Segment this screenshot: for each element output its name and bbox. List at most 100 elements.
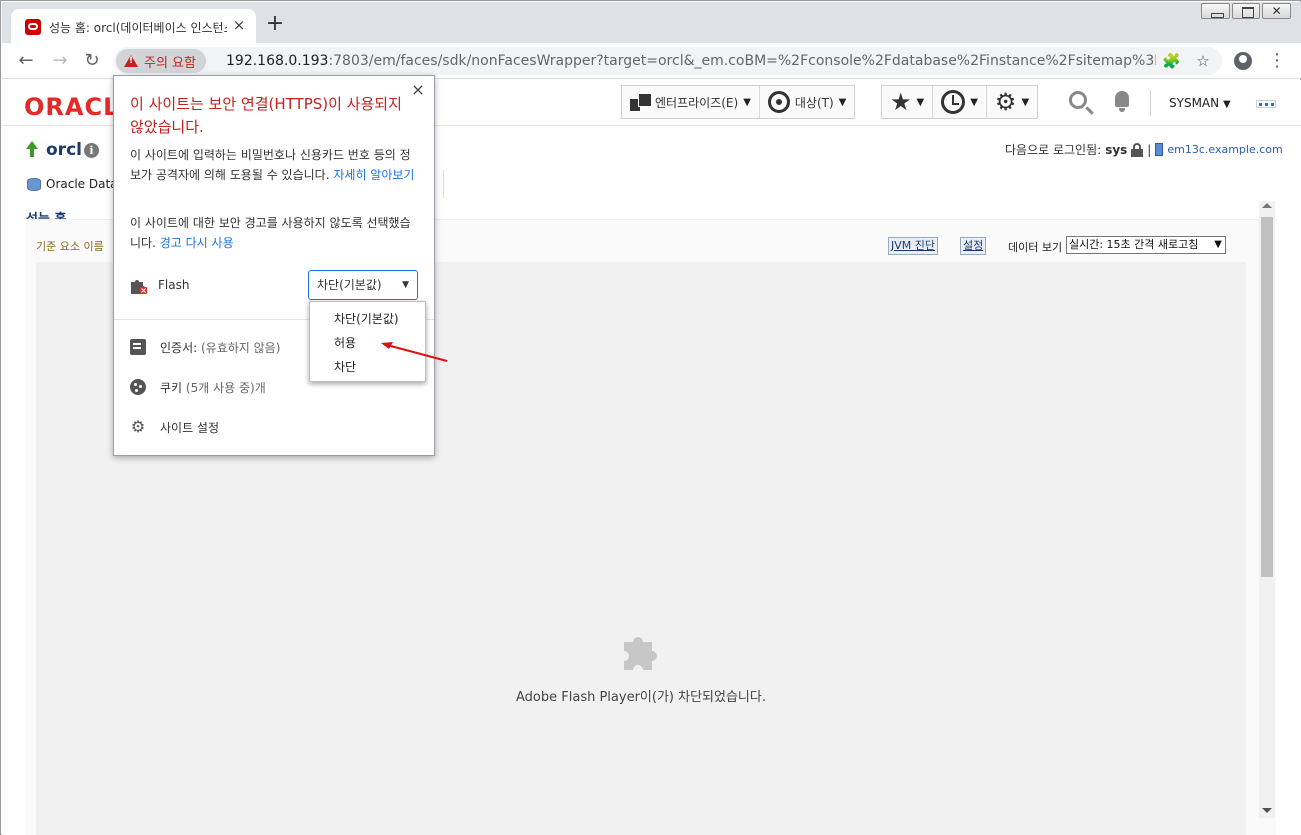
status-up-icon xyxy=(26,141,38,157)
flash-blocked-message: Adobe Flash Player이(가) 차단되었습니다. xyxy=(516,690,766,705)
learn-more-link[interactable]: 자세히 알아보기 xyxy=(333,168,414,182)
site-info-popup: × 이 사이트는 보안 연결(HTTPS)이 사용되지 않았습니다. 이 사이트… xyxy=(113,75,435,456)
page-scrollbar[interactable] xyxy=(1259,201,1275,818)
plugin-blocked-icon[interactable]: 🧩 xyxy=(1162,52,1181,70)
scroll-thumb[interactable] xyxy=(1261,217,1273,577)
flash-permission-row: Flash 차단(기본값) ▼ xyxy=(130,270,420,300)
cookies-count: (5개 사용 중)개 xyxy=(185,380,266,395)
site-settings-label: 사이트 설정 xyxy=(160,420,220,435)
user-menu[interactable]: SYSMAN ▼ xyxy=(1169,96,1231,110)
clock-icon xyxy=(941,90,966,114)
tab-strip: 성능 홈: orcl(데이터베이스 인스턴스) × + ✕ xyxy=(2,2,1301,44)
refresh-select-value: 실시간: 15초 간격 새로고침 xyxy=(1069,238,1199,251)
popup-description: 이 사이트에 입력하는 비밀번호나 신용카드 번호 등의 정보가 공격자에 의해… xyxy=(130,145,420,185)
targets-menu-label: 대상(T) xyxy=(794,95,834,110)
site-settings-item[interactable]: ⚙ 사이트 설정 xyxy=(130,416,420,438)
gear-icon: ⚙ xyxy=(130,417,146,436)
chevron-down-icon: ▼ xyxy=(916,96,925,108)
flash-select-value: 차단(기본값) xyxy=(317,278,382,292)
url-host: 192.168.0.193 xyxy=(226,53,329,69)
window-controls: ✕ xyxy=(1201,3,1293,20)
login-label: 다음으로 로그인됨: xyxy=(1005,143,1102,157)
enterprise-target-group: 엔터프라이즈(E) ▼ 대상(T) ▼ xyxy=(621,85,856,119)
popup-warning-note: 이 사이트에 대한 보안 경고를 사용하지 않도록 선택했습니다. 경고 다시 … xyxy=(130,213,420,253)
browser-tab[interactable]: 성능 홈: orcl(데이터베이스 인스턴스) × xyxy=(11,9,256,44)
tab-title: 성능 홈: orcl(데이터베이스 인스턴스) xyxy=(49,21,227,35)
security-chip[interactable]: 주의 요함 xyxy=(116,49,206,73)
login-user: sys xyxy=(1105,142,1128,157)
star-icon: ★ xyxy=(890,88,912,116)
chevron-down-icon: ▼ xyxy=(970,96,978,108)
scroll-up-icon[interactable] xyxy=(1262,203,1272,208)
cookies-label: 쿠키 xyxy=(160,380,183,395)
refresh-select[interactable]: 실시간: 15초 간격 새로고침 ▼ xyxy=(1066,236,1226,254)
settings-button[interactable]: 설정 xyxy=(960,237,987,255)
database-menu[interactable]: Oracle Datab xyxy=(27,177,125,191)
gear-icon: ⚙ xyxy=(994,88,1017,116)
jvm-diagnostics-button[interactable]: JVM 진단 xyxy=(888,237,938,255)
minimize-button[interactable] xyxy=(1201,3,1230,19)
chevron-down-icon: ▼ xyxy=(1222,99,1231,110)
maximize-button[interactable] xyxy=(1231,3,1261,19)
target-name: orcl xyxy=(46,140,82,160)
flash-permission-select[interactable]: 차단(기본값) ▼ xyxy=(308,270,418,300)
new-tab-button[interactable]: + xyxy=(264,13,286,36)
annotation-arrow-icon xyxy=(381,342,448,362)
chevron-down-icon: ▼ xyxy=(838,96,847,108)
chevron-down-icon: ▼ xyxy=(402,280,409,290)
reenable-warning-link[interactable]: 경고 다시 사용 xyxy=(160,236,234,250)
login-info: 다음으로 로그인됨: sys | em13c.example.com xyxy=(1005,141,1283,158)
puzzle-piece-icon xyxy=(624,636,657,670)
info-icon[interactable]: i xyxy=(84,143,99,158)
certificate-label: 인증서 xyxy=(160,340,194,355)
flash-label: Flash xyxy=(158,278,190,292)
close-icon[interactable]: × xyxy=(411,82,425,98)
bell-icon[interactable] xyxy=(1112,91,1132,113)
chevron-down-icon: ▼ xyxy=(1214,239,1222,250)
reload-button[interactable]: ↻ xyxy=(80,49,104,73)
browser-menu-icon[interactable]: ⋮ xyxy=(1268,49,1286,73)
profile-icon[interactable] xyxy=(1234,52,1252,70)
back-button[interactable]: ← xyxy=(14,49,38,73)
popup-title: 이 사이트는 보안 연결(HTTPS)이 사용되지 않았습니다. xyxy=(130,95,402,136)
enterprise-menu[interactable]: 엔터프라이즈(E) ▼ xyxy=(622,86,760,118)
header-divider xyxy=(1150,90,1151,116)
database-icon xyxy=(27,177,41,191)
favorites-menu[interactable]: ★ ▼ xyxy=(882,86,934,118)
setup-menu[interactable]: ⚙ ▼ xyxy=(987,86,1037,118)
targets-menu[interactable]: 대상(T) ▼ xyxy=(760,86,854,118)
more-icon[interactable] xyxy=(1256,100,1276,108)
oracle-favicon-icon xyxy=(25,19,41,35)
address-bar[interactable]: 주의 요함 192.168.0.193:7803/em/faces/sdk/no… xyxy=(114,47,1222,75)
bookmark-star-icon[interactable]: ☆ xyxy=(1194,52,1212,70)
plugin-icon xyxy=(131,280,147,294)
history-menu[interactable]: ▼ xyxy=(933,86,987,118)
target-icon xyxy=(767,91,790,113)
login-separator: | xyxy=(1147,142,1152,157)
scroll-down-icon[interactable] xyxy=(1262,808,1272,813)
url-path: :7803/em/faces/sdk/nonFacesWrapper?targe… xyxy=(328,53,1156,69)
url-text[interactable]: 192.168.0.193:7803/em/faces/sdk/nonFaces… xyxy=(226,53,1156,69)
lock-icon xyxy=(1131,142,1144,157)
enterprise-menu-label: 엔터프라이즈(E) xyxy=(655,95,739,110)
host-link[interactable]: em13c.example.com xyxy=(1167,143,1282,156)
browser-window: 성능 홈: orcl(데이터베이스 인스턴스) × + ✕ ← → ↻ 주의 요… xyxy=(0,0,1301,835)
chevron-down-icon: ▼ xyxy=(743,96,751,108)
certificate-status: (유효하지 않음) xyxy=(200,340,281,355)
server-icon xyxy=(1155,143,1164,156)
chevron-down-icon: ▼ xyxy=(1021,96,1030,108)
enterprise-icon xyxy=(630,93,652,111)
user-name: SYSMAN xyxy=(1169,96,1220,110)
search-icon[interactable] xyxy=(1069,91,1087,109)
certificate-icon xyxy=(130,339,146,355)
data-view-label: 데이터 보기 xyxy=(1008,241,1063,254)
close-window-button[interactable]: ✕ xyxy=(1262,3,1292,19)
security-chip-label: 주의 요함 xyxy=(144,55,196,71)
dropdown-option-block-default[interactable]: 차단(기본값) xyxy=(310,307,425,331)
forward-button[interactable]: → xyxy=(48,49,72,73)
cookie-icon xyxy=(130,379,146,395)
warning-icon xyxy=(124,55,138,67)
tab-close-icon[interactable]: × xyxy=(231,17,247,33)
browser-toolbar: ← → ↻ 주의 요함 192.168.0.193:7803/em/faces/… xyxy=(2,43,1301,79)
favorites-history-group: ★ ▼ ▼ ⚙ ▼ xyxy=(881,85,1039,119)
